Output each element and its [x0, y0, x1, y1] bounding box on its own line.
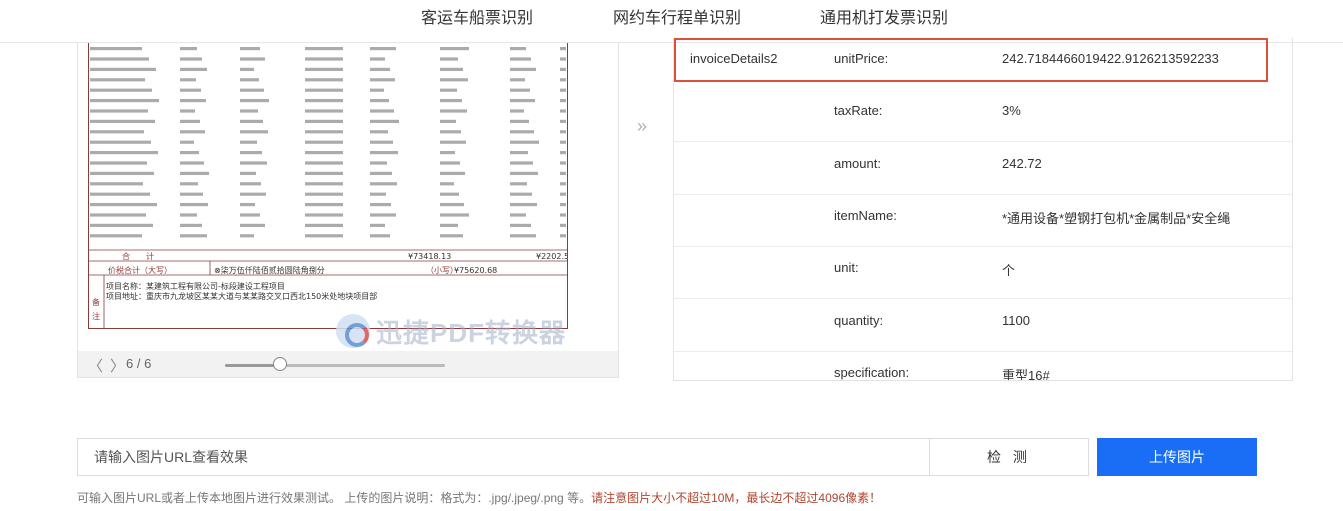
double-chevron-right-icon: » [637, 116, 648, 136]
result-row: amount: 242.72 [674, 143, 1292, 195]
result-row: taxRate: 3% [674, 90, 1292, 143]
image-pager: 〈 〉 6 / 6 [78, 351, 618, 377]
page-indicator: 6 / 6 [126, 356, 152, 371]
tab-passenger-ticket[interactable]: 客运车船票识别 [421, 4, 533, 28]
result-row: itemName: *通用设备*塑钢打包机*金属制品*安全绳 [674, 195, 1292, 247]
zoom-slider[interactable] [225, 364, 445, 367]
result-value: 242.72 [1002, 155, 1042, 171]
invoice-border [88, 43, 568, 329]
result-value: 3% [1002, 103, 1021, 119]
recognition-tabs: 客运车船票识别 网约车行程单识别 通用机打发票识别 [0, 0, 1343, 43]
invoice-image: 合 计 ¥73418.13 ¥2202.55 价税合计（大写） ⊗柒万伍仟陆佰贰… [88, 43, 568, 345]
result-field: itemName: [834, 207, 897, 223]
usage-hint: 可输入图片URL或者上传本地图片进行效果测试。 上传的图片说明：格式为：.jpg… [77, 489, 881, 506]
highlight-box [674, 38, 1268, 82]
result-row: unit: 个 [674, 247, 1292, 300]
upload-image-button[interactable]: 上传图片 [1097, 438, 1257, 476]
result-field: specification: [834, 364, 910, 380]
chevron-right-icon[interactable]: 〉 [110, 355, 125, 376]
result-value: *通用设备*塑钢打包机*金属制品*安全绳 [1002, 210, 1231, 226]
watermark-logo-icon [336, 314, 370, 348]
result-value: 重型16# [1002, 367, 1050, 381]
zoom-slider-thumb[interactable] [273, 357, 287, 371]
result-field: amount: [834, 155, 881, 171]
hint-text: 可输入图片URL或者上传本地图片进行效果测试。 上传的图片说明：格式为：.jpg… [77, 491, 592, 505]
result-row: specification: 重型16# [674, 352, 1292, 381]
hint-warning: 请注意图片大小不超过10M，最长边不超过4096像素！ [591, 491, 882, 505]
chevron-left-icon[interactable]: 〈 [88, 355, 103, 376]
watermark: 迅捷PDF转换器 [336, 311, 566, 351]
watermark-text: 迅捷PDF转换器 [376, 317, 567, 348]
tab-general-machine-invoice[interactable]: 通用机打发票识别 [820, 4, 948, 28]
result-value: 个 [1002, 263, 1016, 279]
image-preview-panel: 合 计 ¥73418.13 ¥2202.55 价税合计（大写） ⊗柒万伍仟陆佰贰… [77, 43, 619, 378]
image-url-input[interactable] [77, 438, 930, 476]
tab-ride-hailing-itinerary[interactable]: 网约车行程单识别 [613, 4, 741, 28]
result-field: quantity: [834, 312, 884, 328]
result-field: unit: [834, 260, 859, 276]
result-row: quantity: 1100 [674, 300, 1292, 352]
result-field: taxRate: [834, 103, 883, 119]
detect-button[interactable]: 检 测 [929, 438, 1089, 476]
result-table: invoiceDetails2 unitPrice: 242.71844660194… [673, 38, 1293, 381]
zoom-slider-fill [225, 364, 280, 367]
result-value: 1100 [1002, 312, 1030, 328]
